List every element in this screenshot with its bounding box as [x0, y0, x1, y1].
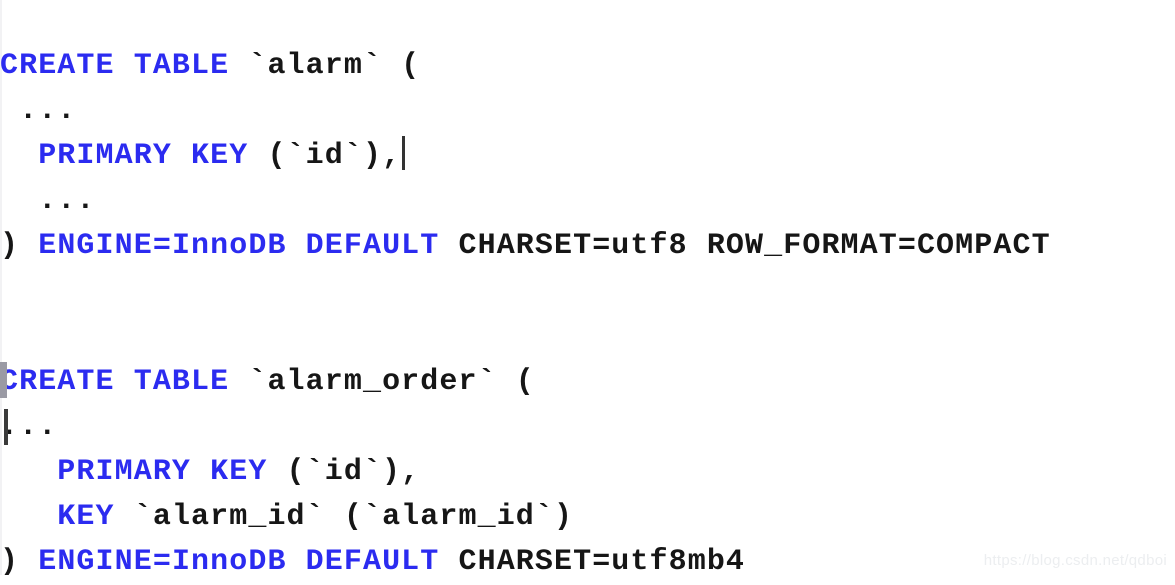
code-line-alarm-order-ellipsis[interactable]: ...	[0, 405, 745, 450]
code-token-identifier: `alarm` (	[248, 49, 421, 83]
text-caret	[4, 409, 8, 445]
code-token-identifier: `alarm_id` (`alarm_id`)	[133, 500, 574, 534]
code-token-identifier: )	[0, 229, 39, 263]
code-line-alarm-order-key[interactable]: KEY `alarm_id` (`alarm_id`)	[0, 495, 745, 540]
code-screenshot-canvas: CREATE TABLE `alarm` ( ... PRIMARY KEY (…	[0, 0, 1175, 579]
code-token-identifier: )	[0, 545, 39, 579]
selection-mark-icon	[0, 362, 7, 398]
code-token-keyword: CREATE TABLE	[0, 49, 249, 83]
csdn-watermark: https://blog.csdn.net/qdboi	[983, 552, 1167, 569]
code-token-keyword: PRIMARY KEY	[0, 455, 287, 489]
code-line-alarm-create[interactable]: CREATE TABLE `alarm` (	[0, 44, 1051, 89]
code-line-alarm-primary-key[interactable]: PRIMARY KEY (`id`),	[0, 134, 1051, 179]
code-line-alarm-ellipsis-bottom[interactable]: ...	[0, 179, 1051, 224]
code-token-identifier: CHARSET=utf8mb4	[458, 545, 746, 579]
code-line-alarm-order-engine[interactable]: ) ENGINE=InnoDB DEFAULT CHARSET=utf8mb4	[0, 540, 745, 585]
code-token-identifier: CHARSET=utf8 ROW_FORMAT=COMPACT	[458, 229, 1051, 263]
code-line-alarm-order-create[interactable]: CREATE TABLE `alarm_order` (	[0, 360, 745, 405]
code-token-dots: ...	[0, 184, 96, 218]
sql-block-alarm-order[interactable]: CREATE TABLE `alarm_order` (... PRIMARY …	[0, 360, 745, 585]
code-token-keyword: ENGINE=InnoDB DEFAULT	[38, 545, 459, 579]
text-caret	[402, 136, 406, 170]
code-token-identifier: (`id`),	[267, 139, 402, 173]
code-token-keyword: ENGINE=InnoDB DEFAULT	[38, 229, 459, 263]
code-token-identifier: (`id`),	[286, 455, 421, 489]
code-token-keyword: KEY	[0, 500, 134, 534]
code-token-identifier: `alarm_order` (	[248, 365, 535, 399]
sql-block-alarm[interactable]: CREATE TABLE `alarm` ( ... PRIMARY KEY (…	[0, 44, 1051, 269]
code-token-keyword: PRIMARY KEY	[0, 139, 268, 173]
code-token-keyword: CREATE TABLE	[0, 365, 249, 399]
code-token-dots: ...	[0, 410, 58, 444]
code-line-alarm-order-primary-key[interactable]: PRIMARY KEY (`id`),	[0, 450, 745, 495]
code-line-alarm-ellipsis-top[interactable]: ...	[0, 89, 1051, 134]
code-line-alarm-engine[interactable]: ) ENGINE=InnoDB DEFAULT CHARSET=utf8 ROW…	[0, 224, 1051, 269]
code-token-dots: ...	[0, 94, 77, 128]
